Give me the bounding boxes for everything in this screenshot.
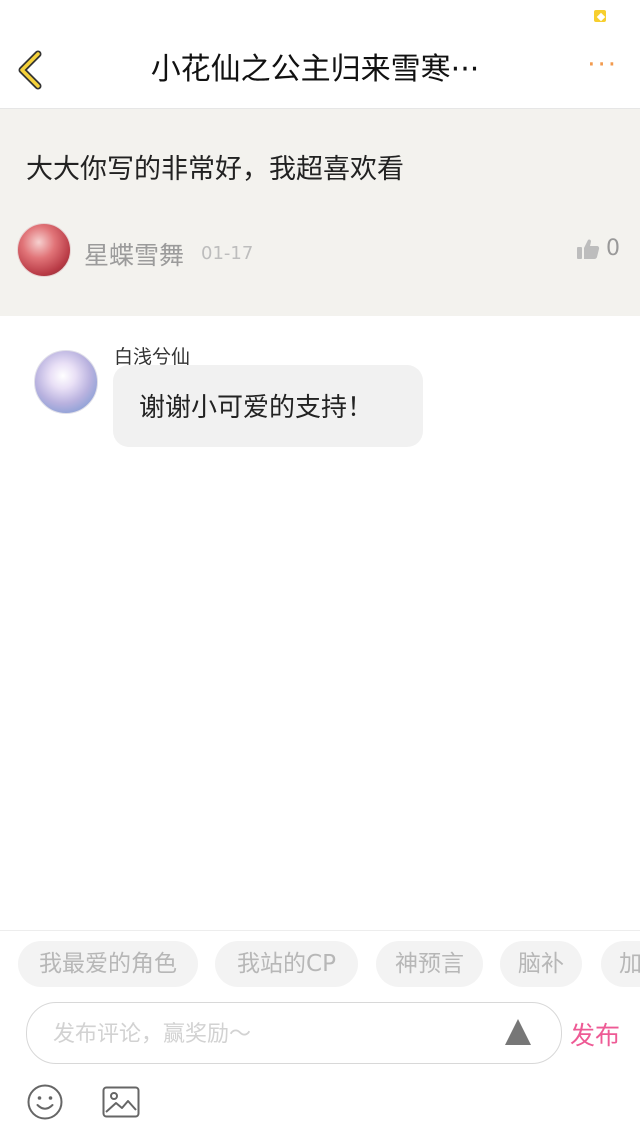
tag-chip[interactable]: 脑补 xyxy=(500,941,582,987)
chevron-left-icon xyxy=(18,50,42,90)
back-button[interactable] xyxy=(14,50,48,90)
more-options-button[interactable]: ··· xyxy=(587,50,618,80)
comment-username[interactable]: 星蝶雪舞 xyxy=(84,236,184,272)
top-navigation-bar: 小花仙之公主归来雪寒··· ··· xyxy=(0,30,640,109)
avatar[interactable] xyxy=(34,350,98,414)
triangle-icon[interactable] xyxy=(505,1019,531,1045)
reply-text: 谢谢小可爱的支持！ xyxy=(139,393,374,423)
comment-input[interactable] xyxy=(51,1015,495,1053)
smiley-icon xyxy=(27,1084,63,1120)
tag-chip[interactable]: 我站的CP xyxy=(215,941,358,987)
comment-date: 01-17 xyxy=(201,243,254,264)
tag-chip[interactable]: 加 xyxy=(601,941,640,987)
like-button[interactable]: 0 xyxy=(576,236,620,261)
comment-text: 大大你写的非常好，我超喜欢看 xyxy=(26,154,404,185)
comment-input-box xyxy=(26,1002,562,1064)
tag-chip[interactable]: 神预言 xyxy=(376,941,483,987)
emoji-button[interactable] xyxy=(27,1084,63,1120)
thumbs-up-icon xyxy=(577,239,600,259)
quick-tag-bar: 我最爱的角色 我站的CP 神预言 脑补 加 xyxy=(0,930,640,991)
battery-icon xyxy=(594,10,606,22)
tag-chip[interactable]: 我最爱的角色 xyxy=(18,941,198,987)
page-title: 小花仙之公主归来雪寒··· xyxy=(150,52,480,87)
image-button[interactable] xyxy=(102,1086,140,1118)
original-comment: 大大你写的非常好，我超喜欢看 星蝶雪舞 01-17 0 xyxy=(0,109,640,316)
reply-bubble: 谢谢小可爱的支持！ xyxy=(113,365,423,447)
picture-icon xyxy=(102,1086,140,1118)
like-count: 0 xyxy=(606,236,620,261)
avatar[interactable] xyxy=(17,223,71,277)
publish-button[interactable]: 发布 xyxy=(570,1016,620,1052)
